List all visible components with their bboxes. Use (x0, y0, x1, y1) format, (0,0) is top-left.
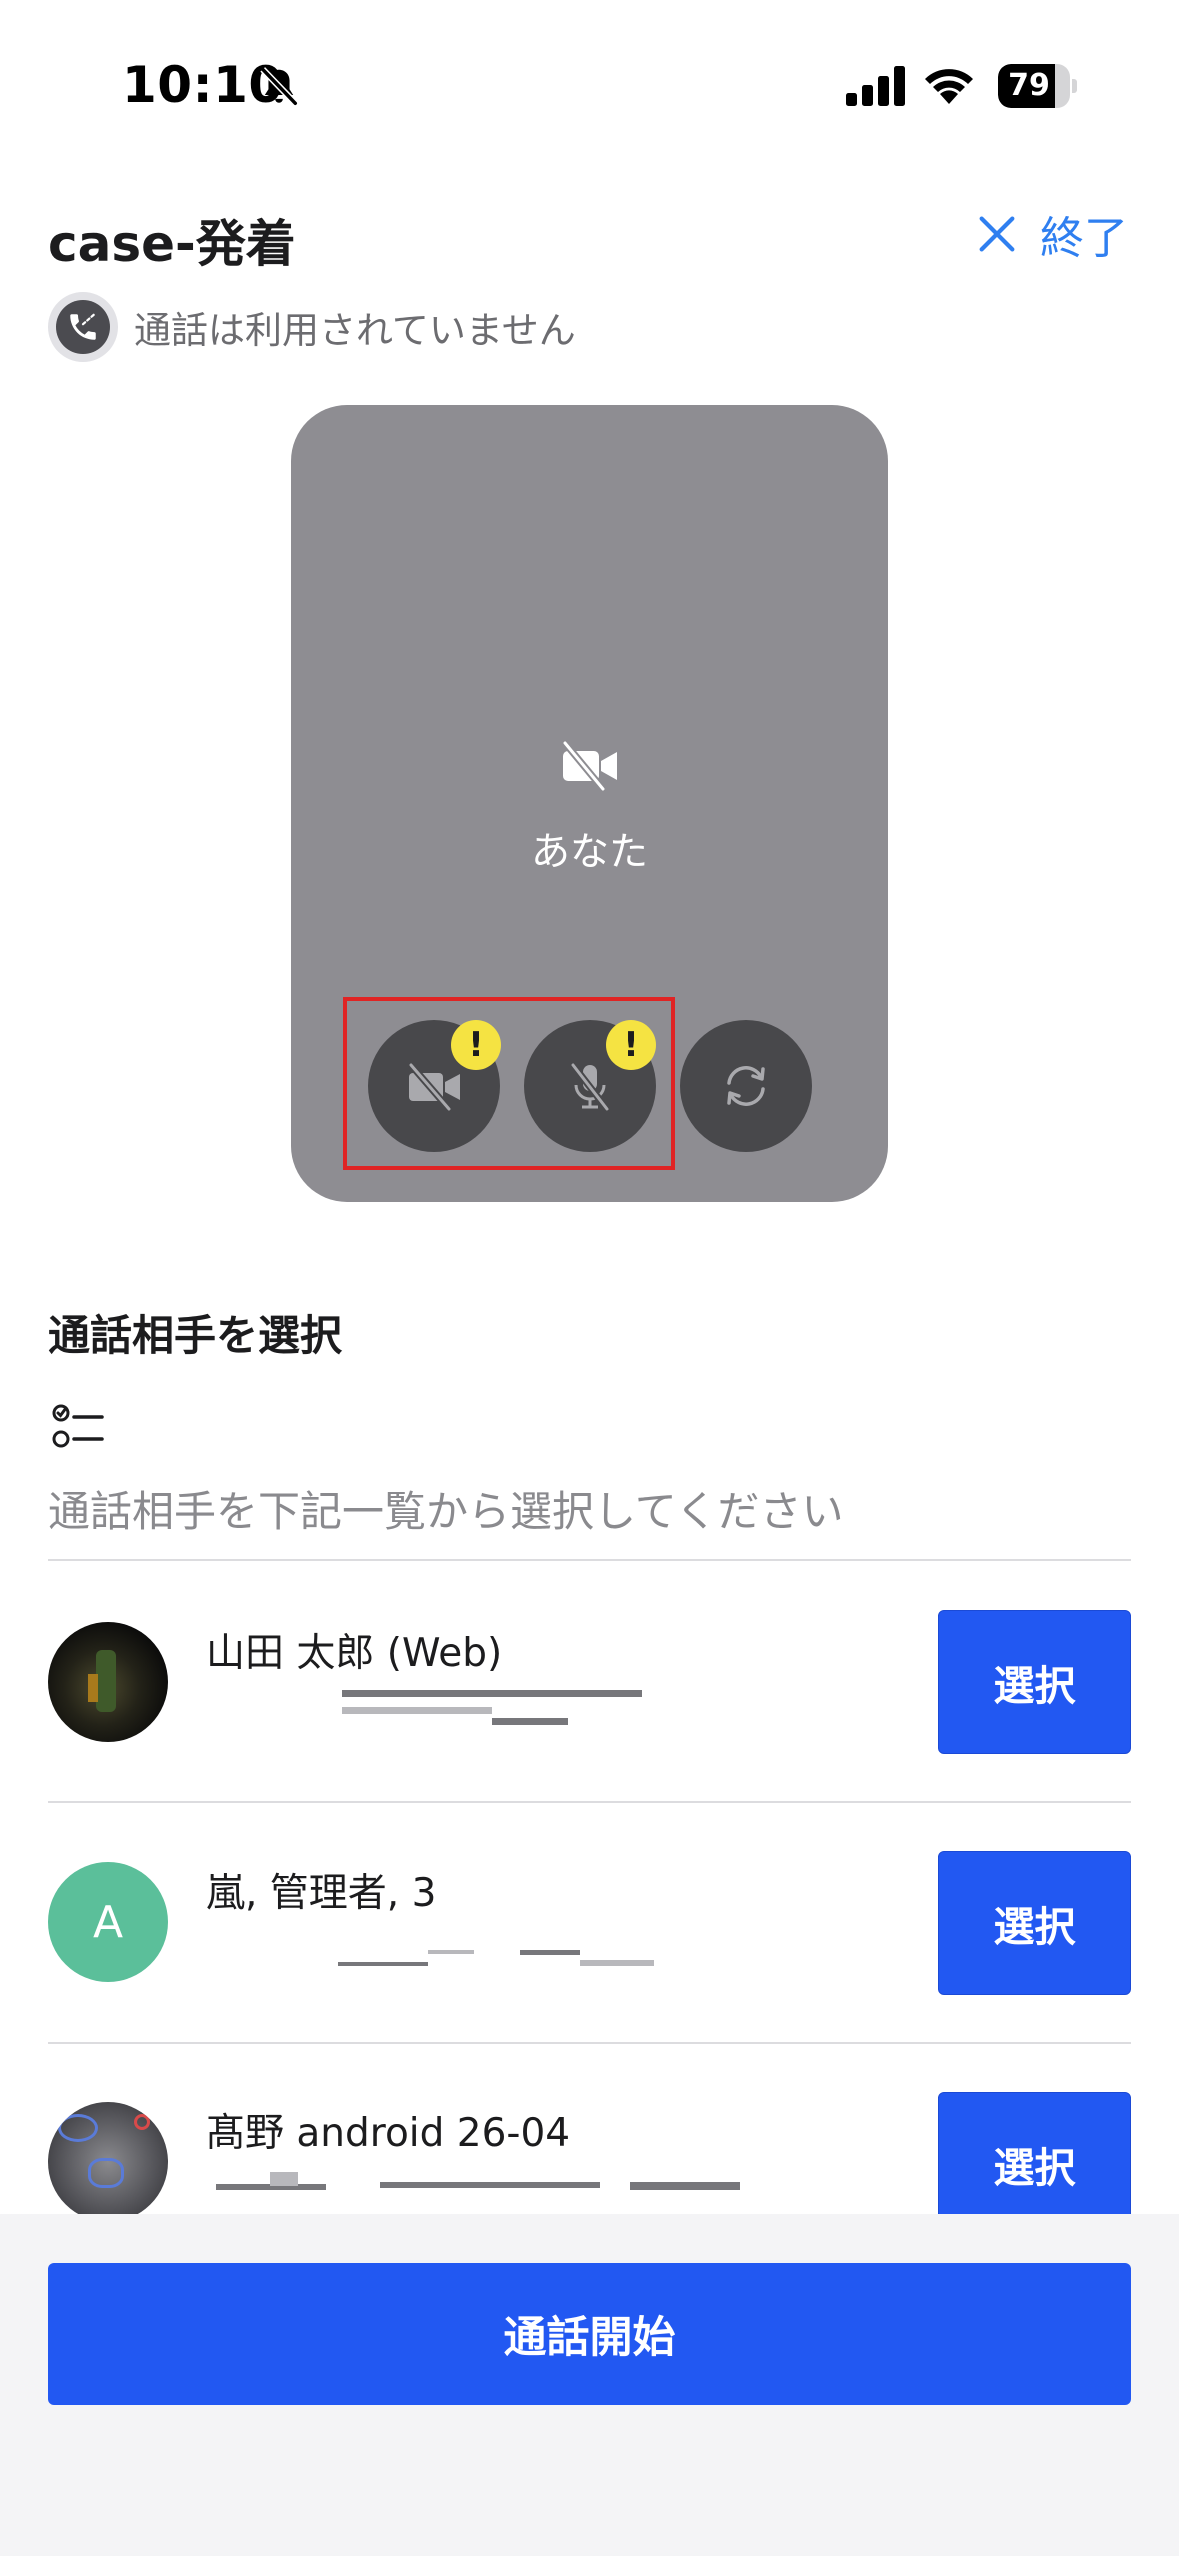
battery-percent: 79 (1008, 68, 1050, 103)
redacted-text (342, 1707, 492, 1714)
avatar: A (48, 1862, 168, 1982)
redacted-text (380, 2182, 600, 2188)
wifi-icon (925, 69, 973, 104)
redacted-text (338, 1962, 428, 1966)
redacted-text (630, 2182, 740, 2190)
close-icon (979, 216, 1015, 252)
contact-name: 山田 太郎 (Web) (206, 1631, 503, 1676)
switch-camera-button[interactable] (680, 1020, 812, 1152)
call-status-icon-wrap (48, 292, 118, 362)
redacted-text (492, 1718, 568, 1725)
bell-off-icon (260, 67, 298, 106)
redacted-text (580, 1960, 654, 1966)
section-title: 通話相手を選択 (48, 1311, 343, 1360)
select-button[interactable]: 選択 (938, 1610, 1131, 1754)
battery-indicator: 79 (998, 64, 1078, 108)
redacted-text (270, 2172, 298, 2186)
select-button[interactable]: 選択 (938, 1851, 1131, 1995)
divider (48, 1559, 1131, 1561)
divider (48, 2042, 1131, 2044)
call-status: 通話は利用されていません (48, 292, 576, 362)
contact-name: 髙野 android 26-04 (206, 2111, 571, 2156)
end-button-label: 終了 (1040, 213, 1128, 264)
video-off-icon (562, 740, 617, 792)
switch-camera-icon (727, 1066, 765, 1106)
self-label: あなた (530, 830, 648, 875)
picker-placeholder[interactable]: 通話相手を下記一覧から選択してください (48, 1478, 843, 1539)
highlight-box (343, 997, 675, 1170)
cellular-signal-icon (846, 66, 905, 106)
redacted-text (520, 1950, 580, 1955)
redacted-text (342, 1690, 642, 1697)
call-status-text: 通話は利用されていません (134, 309, 576, 352)
end-button[interactable]: 終了 (974, 204, 1128, 264)
page-title: case-発着 (48, 215, 296, 273)
contact-name: 嵐, 管理者, 3 (206, 1871, 437, 1916)
redacted-text (428, 1950, 474, 1954)
phone-off-icon (70, 313, 96, 340)
avatar (48, 1622, 168, 1742)
start-call-button[interactable]: 通話開始 (48, 2263, 1131, 2405)
avatar (48, 2102, 168, 2222)
checklist-icon (52, 1404, 104, 1448)
divider (48, 1801, 1131, 1803)
